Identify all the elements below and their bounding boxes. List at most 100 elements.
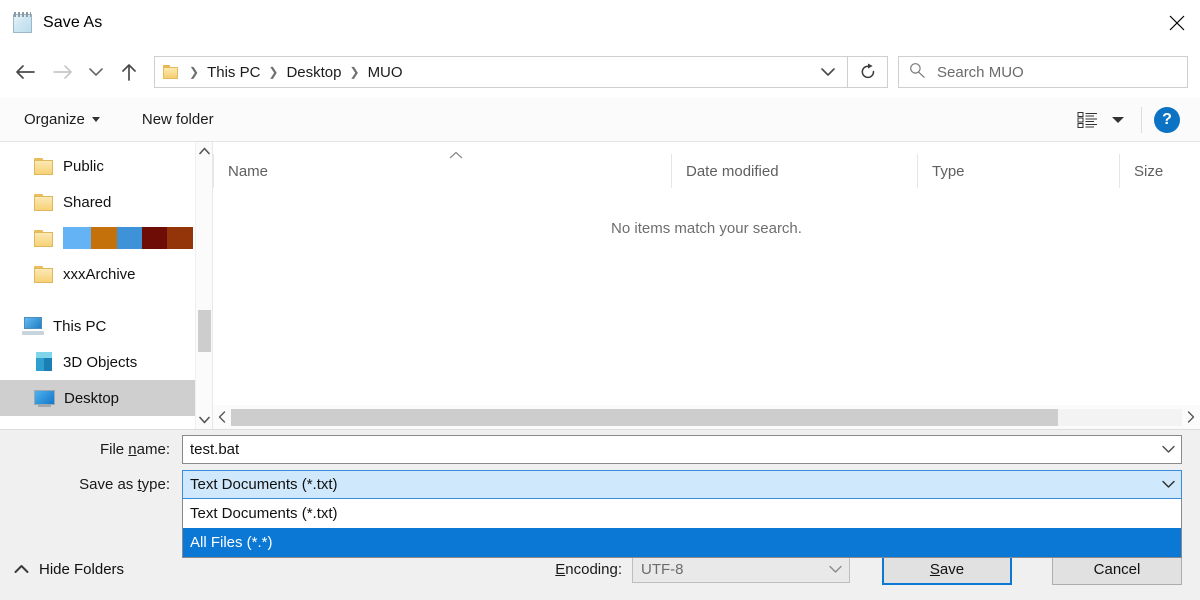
save-as-type-chevron-down-icon[interactable] bbox=[1155, 471, 1181, 498]
view-chevron-down-icon[interactable] bbox=[1107, 105, 1129, 135]
redaction-block-0 bbox=[63, 227, 91, 249]
breadcrumb-separator-0: ❯ bbox=[189, 65, 200, 79]
column-header-type[interactable]: Type bbox=[917, 154, 1119, 188]
save-as-type-label: Save as type: bbox=[79, 475, 170, 493]
this-pc-icon bbox=[22, 317, 44, 335]
scrollbar-track[interactable] bbox=[231, 408, 1182, 426]
forward-arrow-icon bbox=[44, 53, 82, 91]
sidebar-item-desktop[interactable]: Desktop bbox=[0, 380, 212, 416]
folder-icon bbox=[34, 265, 54, 283]
close-icon[interactable] bbox=[1154, 0, 1200, 46]
navigation-bar: ❯ This PC ❯ Desktop ❯ MUO Search MUO bbox=[0, 46, 1200, 98]
save-as-dialog: Save As ❯ This PC ❯ Desktop ❯ MUO Search… bbox=[0, 0, 1200, 600]
column-header-size[interactable]: Size bbox=[1119, 154, 1200, 188]
refresh-icon[interactable] bbox=[848, 56, 888, 88]
folder-icon bbox=[34, 229, 54, 247]
save-as-type-dropdown: Text Documents (*.txt) All Files (*.*) bbox=[182, 498, 1182, 558]
save-as-type-value: Text Documents (*.txt) bbox=[190, 475, 338, 493]
file-name-chevron-down-icon[interactable] bbox=[1155, 436, 1181, 463]
organize-button[interactable]: Organize bbox=[14, 107, 110, 132]
navigation-pane: Public Shared xxxArchive This PC 3D Obje… bbox=[0, 142, 212, 429]
sidebar-item-label: Shared bbox=[63, 193, 112, 211]
organize-label: Organize bbox=[24, 111, 85, 128]
back-arrow-icon[interactable] bbox=[6, 53, 44, 91]
recent-locations-chevron-icon[interactable] bbox=[82, 53, 110, 91]
file-name-value: test.bat bbox=[190, 440, 240, 458]
new-folder-button[interactable]: New folder bbox=[132, 107, 224, 132]
sort-ascending-icon bbox=[449, 146, 463, 163]
toolbar-divider bbox=[1141, 106, 1142, 133]
hide-folders-label: Hide Folders bbox=[39, 560, 125, 578]
sidebar-item-label: 3D Objects bbox=[63, 353, 138, 371]
breadcrumb-this-pc[interactable]: This PC bbox=[205, 64, 262, 81]
scrollbar-thumb[interactable] bbox=[231, 408, 1059, 426]
save-as-type-row: Save as type: Text Documents (*.txt) Tex… bbox=[0, 468, 1200, 558]
up-arrow-icon[interactable] bbox=[110, 53, 148, 91]
empty-state-message: No items match your search. bbox=[611, 220, 802, 237]
file-list-pane: Name Date modified Type Size No items ma… bbox=[212, 142, 1200, 429]
encoding-chevron-down-icon[interactable] bbox=[821, 565, 849, 574]
save-button[interactable]: Save bbox=[882, 553, 1012, 585]
redaction-block-3 bbox=[142, 227, 167, 249]
column-header-name[interactable]: Name bbox=[213, 154, 671, 188]
3d-objects-icon bbox=[34, 352, 54, 372]
folder-icon bbox=[163, 65, 179, 79]
navigation-pane-scrollbar[interactable] bbox=[195, 142, 212, 429]
encoding-select[interactable]: UTF-8 bbox=[632, 555, 850, 583]
help-label: ? bbox=[1162, 110, 1172, 128]
sidebar-item-this-pc[interactable]: This PC bbox=[0, 308, 212, 344]
file-name-control: test.bat bbox=[182, 434, 1182, 464]
file-name-row: File name: test.bat bbox=[0, 430, 1200, 468]
address-chevron-down-icon[interactable] bbox=[815, 57, 841, 87]
chevron-up-icon bbox=[14, 561, 29, 578]
dropdown-option-text-documents[interactable]: Text Documents (*.txt) bbox=[183, 499, 1181, 528]
dropdown-option-all-files[interactable]: All Files (*.*) bbox=[183, 527, 1181, 557]
breadcrumb-separator-2: ❯ bbox=[349, 65, 360, 79]
scroll-up-icon[interactable] bbox=[196, 142, 212, 160]
search-input[interactable]: Search MUO bbox=[898, 56, 1188, 88]
dialog-footer: File name: test.bat Save as type: Text D… bbox=[0, 429, 1200, 600]
save-as-type-select[interactable]: Text Documents (*.txt) bbox=[182, 469, 1182, 499]
dialog-body: Public Shared xxxArchive This PC 3D Obje… bbox=[0, 142, 1200, 429]
redacted-label-blocks bbox=[63, 227, 193, 249]
notepad-icon bbox=[12, 12, 34, 34]
sidebar-item-redacted[interactable] bbox=[0, 220, 212, 256]
encoding-group: Encoding: UTF-8 Save Cancel bbox=[555, 553, 1182, 585]
scroll-left-icon[interactable] bbox=[213, 405, 231, 429]
sidebar-item-label: xxxArchive bbox=[63, 265, 136, 283]
cancel-button[interactable]: Cancel bbox=[1052, 553, 1182, 585]
command-bar: Organize New folder ? bbox=[0, 98, 1200, 142]
sidebar-item-3d-objects[interactable]: 3D Objects bbox=[0, 344, 212, 380]
save-as-type-control: Text Documents (*.txt) Text Documents (*… bbox=[182, 469, 1182, 558]
sidebar-item-xxxarchive[interactable]: xxxArchive bbox=[0, 256, 212, 292]
redaction-block-2 bbox=[117, 227, 142, 249]
breadcrumb-muo[interactable]: MUO bbox=[366, 64, 405, 81]
address-bar[interactable]: ❯ This PC ❯ Desktop ❯ MUO bbox=[154, 56, 848, 88]
help-button[interactable]: ? bbox=[1154, 106, 1180, 133]
desktop-icon bbox=[34, 389, 55, 407]
scroll-right-icon[interactable] bbox=[1182, 405, 1200, 429]
title-bar: Save As bbox=[0, 0, 1200, 46]
redaction-block-4 bbox=[167, 227, 193, 249]
breadcrumb-separator-1: ❯ bbox=[268, 65, 279, 79]
column-header-date-modified[interactable]: Date modified bbox=[671, 154, 917, 188]
encoding-value: UTF-8 bbox=[641, 560, 684, 578]
scrollbar-thumb[interactable] bbox=[198, 310, 211, 352]
sidebar-item-shared[interactable]: Shared bbox=[0, 184, 212, 220]
file-list-horizontal-scrollbar[interactable] bbox=[213, 405, 1200, 429]
search-icon bbox=[909, 62, 925, 82]
window-title: Save As bbox=[43, 14, 103, 31]
encoding-label: Encoding: bbox=[555, 560, 622, 578]
hide-folders-button[interactable]: Hide Folders bbox=[14, 561, 124, 578]
new-folder-label: New folder bbox=[141, 111, 214, 128]
redaction-block-1 bbox=[91, 227, 117, 249]
folder-icon bbox=[34, 193, 54, 211]
column-headers: Name Date modified Type Size bbox=[213, 142, 1200, 188]
list-view-icon[interactable] bbox=[1071, 105, 1105, 135]
chevron-down-icon bbox=[91, 117, 100, 122]
sidebar-item-public[interactable]: Public bbox=[0, 148, 212, 184]
file-name-input[interactable]: test.bat bbox=[182, 434, 1182, 464]
sidebar-item-label: This PC bbox=[53, 317, 107, 335]
scroll-down-icon[interactable] bbox=[196, 411, 212, 429]
breadcrumb-desktop[interactable]: Desktop bbox=[284, 64, 343, 81]
